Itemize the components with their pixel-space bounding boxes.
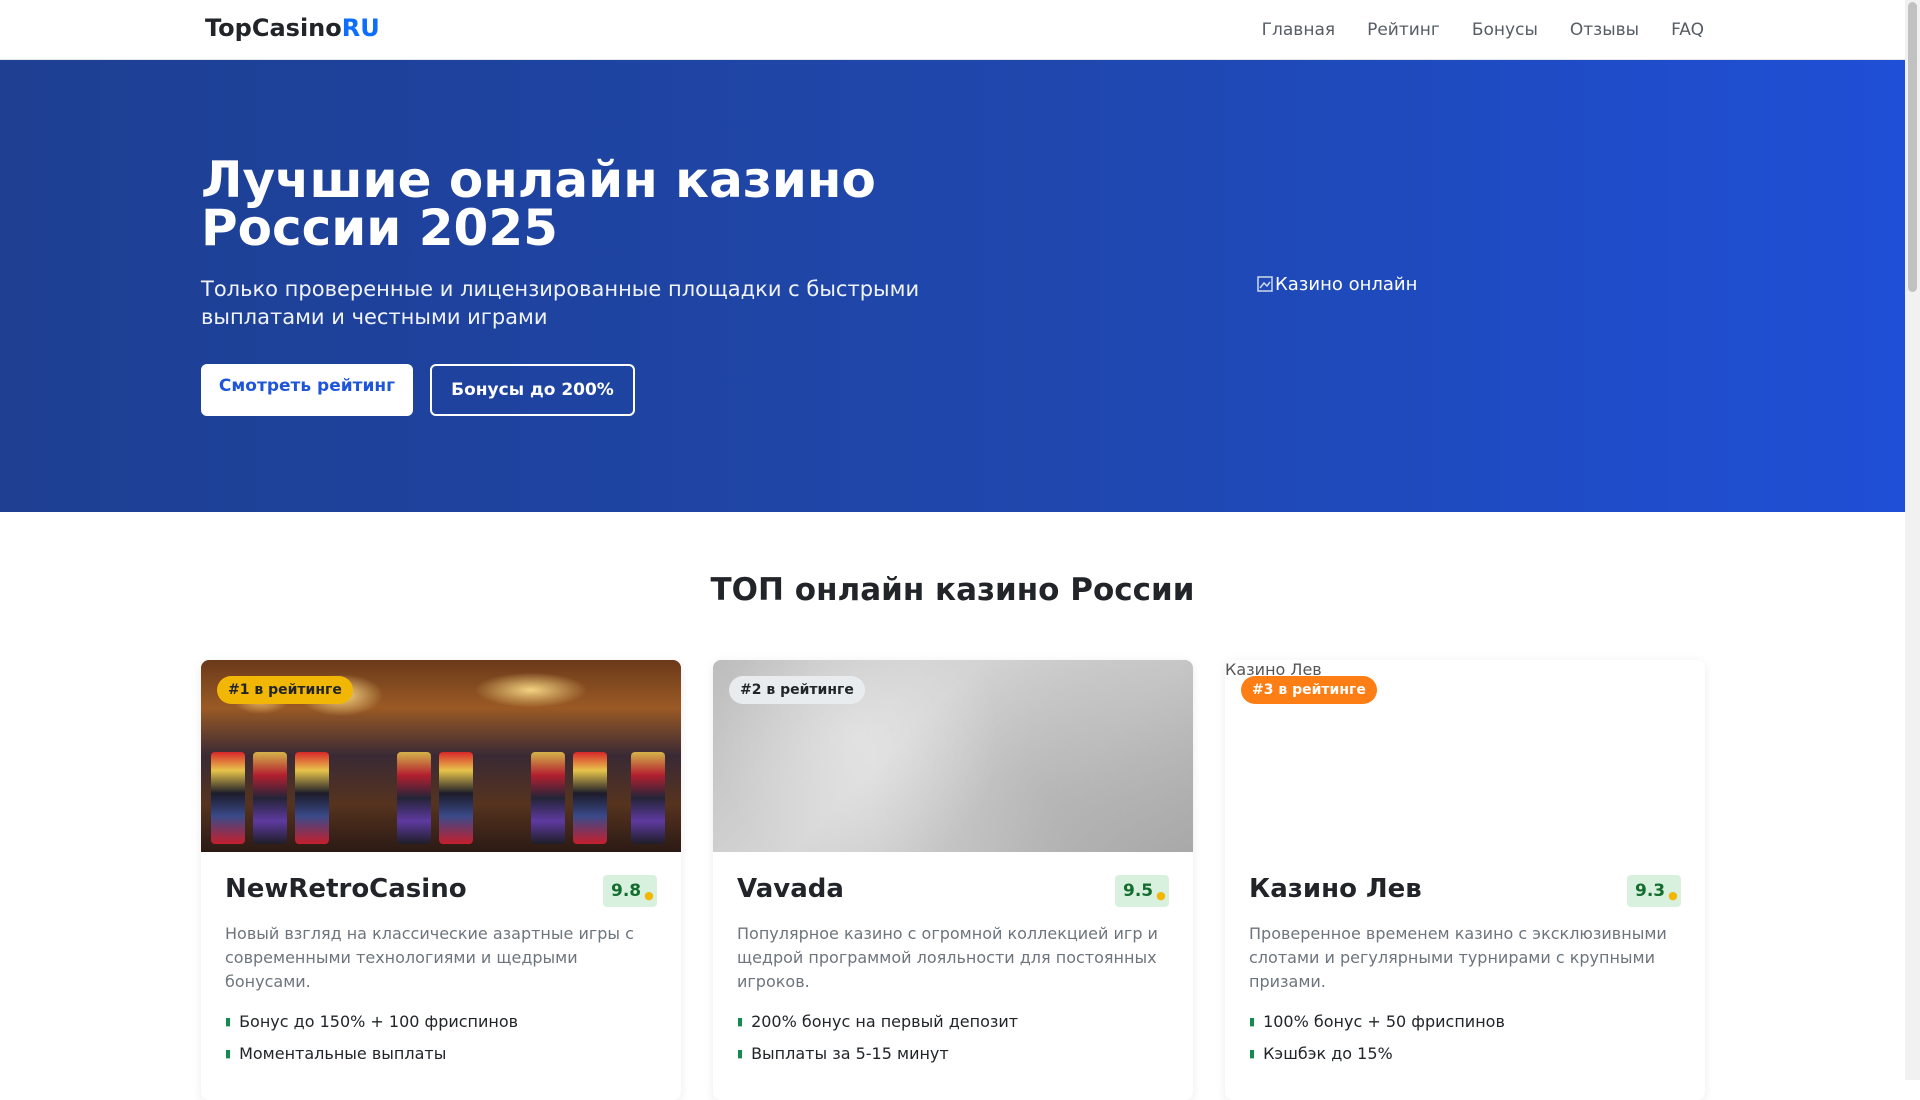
feature-item: ▮ Моментальные выплаты (225, 1044, 446, 1063)
casino-name[interactable]: NewRetroCasino (225, 874, 467, 904)
casino-card-2[interactable]: #2 в рейтинге Vavada 9.5 ● Популярное каз… (713, 660, 1193, 1100)
check-icon: ▮ (1249, 1015, 1256, 1028)
slot-machine (253, 752, 287, 844)
check-icon: ▮ (737, 1047, 744, 1060)
star-icon: ● (1668, 889, 1678, 902)
star-icon: ● (1156, 889, 1166, 902)
check-icon: ▮ (737, 1015, 744, 1028)
slot-machine (631, 752, 665, 844)
nav-link-reviews[interactable]: Отзывы (1570, 20, 1639, 40)
view-rating-button[interactable]: Смотреть рейтинг (201, 364, 413, 416)
scrollbar-thumb[interactable] (1908, 2, 1917, 292)
feature-item: ▮ Кэшбэк до 15% (1249, 1044, 1393, 1063)
slot-machine (573, 752, 607, 844)
casino-card-3[interactable]: Казино Лев #3 в рейтинге Казино Лев 9.3 ●… (1225, 660, 1705, 1100)
feature-text: Кэшбэк до 15% (1263, 1044, 1393, 1063)
feature-text: Бонус до 150% + 100 фриспинов (239, 1012, 519, 1031)
feature-item: ▮ Выплаты за 5-15 минут (737, 1044, 949, 1063)
nav-link-home[interactable]: Главная (1262, 20, 1335, 40)
slot-machine (531, 752, 565, 844)
casino-card-1[interactable]: #1 в рейтинге NewRetroCasino 9.8 ● Новый … (201, 660, 681, 1100)
slot-machine (295, 752, 329, 844)
casino-description: Проверенное временем казино с эксклюзивн… (1249, 924, 1667, 991)
rating-value: 9.3 (1635, 881, 1666, 901)
feature-text: Выплаты за 5-15 минут (751, 1044, 949, 1063)
hero-subtitle: Только проверенные и лицензированные пло… (201, 277, 920, 329)
hero-image-alt: Казино онлайн (1275, 274, 1418, 295)
nav-link-faq[interactable]: FAQ (1671, 20, 1704, 40)
slot-machine (211, 752, 245, 844)
rating-value: 9.5 (1123, 881, 1154, 901)
hero-image: Казино онлайн (1257, 274, 1417, 295)
feature-item: ▮ Бонус до 150% + 100 фриспинов (225, 1012, 518, 1031)
rating-badge: 9.8 ● (603, 875, 657, 907)
bonuses-button[interactable]: Бонусы до 200% (430, 364, 635, 416)
navbar: TopCasinoRU Главная Рейтинг Бонусы Отзыв… (0, 0, 1905, 60)
hero-section: Лучшие онлайн казино России 2025 Только … (0, 60, 1905, 512)
check-icon: ▮ (225, 1047, 232, 1060)
rating-badge: 9.5 ● (1115, 875, 1169, 907)
feature-item: ▮ 100% бонус + 50 фриспинов (1249, 1012, 1505, 1031)
broken-image-icon (1257, 276, 1273, 292)
check-icon: ▮ (225, 1015, 232, 1028)
nav-link-rating[interactable]: Рейтинг (1367, 20, 1440, 40)
brand-logo[interactable]: TopCasinoRU (201, 14, 380, 42)
nav-links: Главная Рейтинг Бонусы Отзывы FAQ (1230, 0, 1704, 59)
check-icon: ▮ (1249, 1047, 1256, 1060)
page-scrollbar[interactable] (1905, 0, 1920, 1080)
rank-badge: #2 в рейтинге (729, 676, 865, 704)
casino-name[interactable]: Vavada (737, 874, 844, 904)
slot-machine (439, 752, 473, 844)
section-title: ТОП онлайн казино России (710, 572, 1195, 608)
brand-name: TopCasino (205, 14, 342, 42)
feature-item: ▮ 200% бонус на первый депозит (737, 1012, 1018, 1031)
slot-machine (397, 752, 431, 844)
casino-description: Популярное казино с огромной коллекцией … (737, 924, 1158, 991)
brand-accent: RU (341, 14, 380, 42)
feature-text: 100% бонус + 50 фриспинов (1263, 1012, 1505, 1031)
nav-link-bonuses[interactable]: Бонусы (1472, 20, 1538, 40)
casino-description: Новый взгляд на классические азартные иг… (225, 924, 634, 991)
star-icon: ● (644, 889, 654, 902)
casino-name[interactable]: Казино Лев (1249, 874, 1422, 904)
feature-text: Моментальные выплаты (239, 1044, 447, 1063)
hero-title: Лучшие онлайн казино России 2025 (201, 151, 876, 257)
rank-badge: #3 в рейтинге (1241, 676, 1377, 704)
feature-text: 200% бонус на первый депозит (751, 1012, 1019, 1031)
rating-value: 9.8 (611, 881, 642, 901)
rating-badge: 9.3 ● (1627, 875, 1681, 907)
rank-badge: #1 в рейтинге (217, 676, 353, 704)
